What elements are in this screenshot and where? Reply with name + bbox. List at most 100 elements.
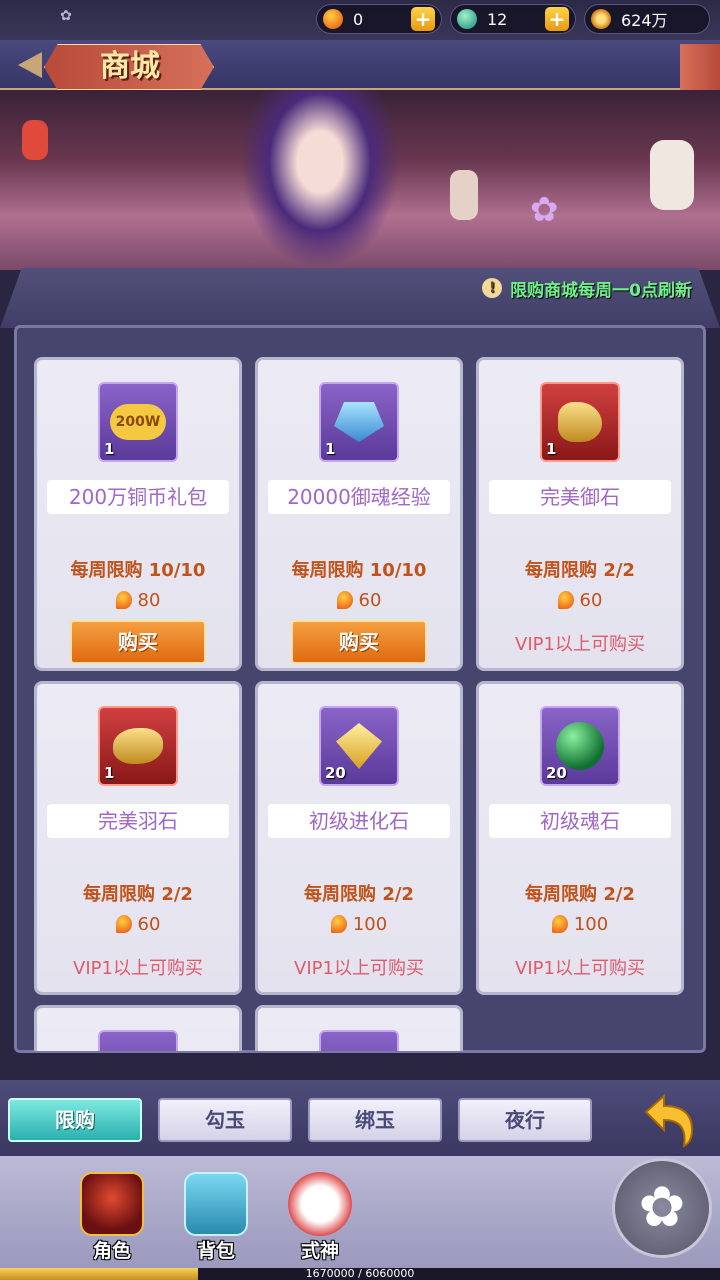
soul-stone-icon: 20: [540, 706, 620, 786]
price-value: 80: [137, 590, 161, 611]
buy-button[interactable]: 购买: [291, 620, 427, 664]
shop-banner: ✿: [0, 90, 720, 270]
nav-character[interactable]: 角色: [72, 1166, 152, 1266]
lantern-mid: [450, 170, 478, 220]
notice-text: 限购商城每周一0点刷新: [510, 280, 692, 301]
bag-icon: [184, 1172, 248, 1236]
magatama-icon: [557, 591, 574, 609]
item-quantity: 1: [104, 440, 115, 458]
item-quantity: 20: [325, 764, 346, 782]
magatama-icon: [323, 9, 343, 29]
item-name: 20000御魂经验: [268, 480, 450, 514]
lantern-right: [650, 140, 694, 210]
item-name: 完美御石: [489, 480, 671, 514]
price-value: 100: [352, 914, 388, 935]
item-name: 完美羽石: [47, 804, 229, 838]
nav-label: 背包: [196, 1240, 235, 1262]
menu-icon[interactable]: ✿: [56, 8, 76, 24]
purchase-limit: 每周限购 10/10: [70, 560, 206, 581]
magatama-counter: 0 +: [316, 4, 442, 34]
purchase-limit: 每周限购 2/2: [83, 884, 193, 905]
vip-requirement: VIP1以上可购买: [73, 958, 203, 979]
shop-item-card: 1 完美羽石 每周限购 2/2 60 VIP1以上可购买: [34, 681, 242, 995]
nav-shikigami[interactable]: 式神: [280, 1166, 360, 1266]
purchase-limit: 每周限购 2/2: [525, 884, 635, 905]
page-title: 商城: [100, 49, 160, 84]
title-bar-decor-right: [680, 44, 720, 90]
exp-text: 1670000 / 6060000: [305, 1267, 415, 1280]
stone-icon: [558, 402, 602, 442]
shop-item-card: 20 初级魂石 每周限购 2/2 100 VIP1以上可购买: [476, 681, 684, 995]
item-price: 100: [258, 914, 460, 935]
shop-item-card: [255, 1005, 463, 1051]
tab-night-walk[interactable]: 夜行: [458, 1098, 592, 1142]
magatama-icon: [115, 915, 132, 933]
tab-bound-jade[interactable]: 绑玉: [308, 1098, 442, 1142]
price-value: 60: [137, 914, 161, 935]
item-name: 200万铜币礼包: [47, 480, 229, 514]
category-tab-bar: 限购 勾玉 绑玉 夜行: [0, 1080, 720, 1156]
vip-requirement: VIP1以上可购买: [294, 958, 424, 979]
magatama-icon: [551, 915, 568, 933]
shopkeeper-character: [240, 90, 400, 270]
shop-item-card: 1 完美御石 每周限购 2/2 60 VIP1以上可购买: [476, 357, 684, 671]
exclamation-icon: !: [482, 278, 503, 298]
fox-mask-icon: [288, 1172, 352, 1236]
price-value: 100: [573, 914, 609, 935]
stone-icon: [113, 728, 163, 764]
add-magatama-button[interactable]: +: [411, 7, 435, 31]
coin-counter: 624万: [584, 4, 710, 34]
price-value: 60: [358, 590, 382, 611]
magatama-icon: [330, 915, 347, 933]
evolution-stone-icon: 20: [319, 706, 399, 786]
shop-item-card: 20 初级进化石 每周限购 2/2 100 VIP1以上可购买: [255, 681, 463, 995]
perfect-feather-stone-icon: 1: [98, 706, 178, 786]
purchase-limit: 每周限购 2/2: [525, 560, 635, 581]
coin-icon: [591, 9, 611, 29]
item-price: 60: [479, 590, 681, 611]
purchase-limit: 每周限购 10/10: [291, 560, 427, 581]
coin-bag-label: 200W: [109, 404, 167, 440]
nav-bag[interactable]: 背包: [176, 1166, 256, 1266]
sakura-menu-button[interactable]: ✿: [612, 1158, 712, 1258]
coin-bag-icon: 200W 1: [98, 382, 178, 462]
tab-magatama[interactable]: 勾玉: [158, 1098, 292, 1142]
shop-item-card: 1 20000御魂经验 每周限购 10/10 60 购买: [255, 357, 463, 671]
sakura-icon: ✿: [638, 1175, 686, 1240]
green-orb-icon: [556, 722, 604, 770]
shop-item-card: 200W 1 200万铜币礼包 每周限购 10/10 80 购买: [34, 357, 242, 671]
item-price: 60: [258, 590, 460, 611]
jade-icon: [457, 9, 477, 29]
lantern-left: [22, 120, 48, 160]
shop-item-card: [34, 1005, 242, 1051]
nav-label: 式神: [300, 1240, 339, 1262]
refresh-notice: ! 限购商城每周一0点刷新: [482, 276, 692, 301]
magatama-icon: [115, 591, 132, 609]
jade-value: 12: [487, 9, 508, 29]
item-price: 80: [37, 590, 239, 611]
soul-exp-chest-icon: 1: [319, 382, 399, 462]
purchase-limit: 每周限购 2/2: [304, 884, 414, 905]
perfect-stone-icon: 1: [540, 382, 620, 462]
jade-counter: 12 +: [450, 4, 576, 34]
item-grid[interactable]: 200W 1 200万铜币礼包 每周限购 10/10 80 购买 1 20000…: [22, 333, 698, 1051]
cherry-blossom-icon: ✿: [530, 190, 559, 230]
item-quantity: 20: [546, 764, 567, 782]
crystal-icon: [334, 402, 384, 442]
item-icon: [98, 1030, 178, 1051]
vip-requirement: VIP1以上可购买: [515, 634, 645, 655]
item-quantity: 1: [546, 440, 557, 458]
coin-value: 624万: [621, 11, 668, 30]
item-quantity: 1: [325, 440, 336, 458]
back-arrow-icon[interactable]: [640, 1090, 700, 1150]
item-quantity: 1: [104, 764, 115, 782]
item-name: 初级进化石: [268, 804, 450, 838]
buy-button[interactable]: 购买: [70, 620, 206, 664]
gem-icon: [336, 723, 382, 769]
item-price: 60: [37, 914, 239, 935]
tab-limited[interactable]: 限购: [8, 1098, 142, 1142]
add-jade-button[interactable]: +: [545, 7, 569, 31]
item-price: 100: [479, 914, 681, 935]
magatama-value: 0: [353, 9, 364, 29]
item-icon: [319, 1030, 399, 1051]
